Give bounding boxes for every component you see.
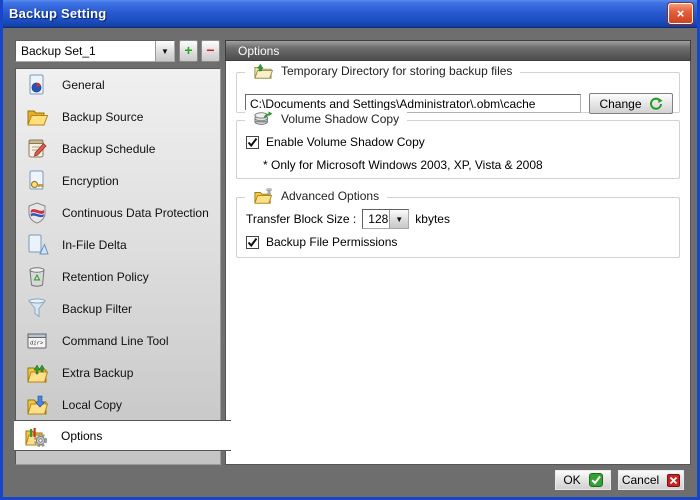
recycle-bin-icon [25, 265, 49, 289]
shield-icon [25, 201, 49, 225]
cancel-button[interactable]: Cancel [617, 469, 685, 491]
sidebar-item-label: Backup Source [62, 110, 143, 124]
enable-vsc-label: Enable Volume Shadow Copy [266, 135, 425, 149]
backup-set-dropdown[interactable]: Backup Set_1 ▼ [15, 40, 175, 62]
group-title: Advanced Options [281, 189, 379, 203]
folder-blue-arrow-icon [25, 393, 49, 417]
sidebar-item-retention-policy[interactable]: Retention Policy [16, 261, 220, 293]
funnel-icon [25, 297, 49, 321]
sidebar-item-extra-backup[interactable]: Extra Backup [16, 357, 220, 389]
backup-setting-dialog: Backup Setting × Backup Set_1 ▼ + − Gene… [0, 0, 700, 500]
minus-icon: − [206, 42, 214, 58]
disk-stack-refresh-icon [253, 110, 273, 128]
temp-directory-group: Temporary Directory for storing backup f… [236, 72, 680, 113]
ok-check-icon [589, 473, 603, 487]
transfer-block-size-label: Transfer Block Size : [246, 212, 356, 226]
sidebar-item-backup-source[interactable]: Backup Source [16, 101, 220, 133]
document-key-icon [25, 169, 49, 193]
vsc-note: * Only for Microsoft Windows 2003, XP, V… [263, 158, 543, 172]
transfer-block-size-dropdown[interactable]: 128 ▼ [362, 209, 409, 229]
options-panel-header: Options [225, 40, 691, 61]
options-panel: Temporary Directory for storing backup f… [225, 61, 691, 465]
sidebar-item-label: Command Line Tool [62, 334, 169, 348]
advanced-options-group: Advanced Options Transfer Block Size : 1… [236, 197, 680, 258]
transfer-block-size-value: 128 [363, 210, 389, 228]
svg-text:dir>: dir> [30, 340, 43, 347]
chevron-down-icon[interactable]: ▼ [389, 210, 408, 228]
sidebar-item-command-line-tool[interactable]: dir> Command Line Tool [16, 325, 220, 357]
cancel-button-label: Cancel [622, 473, 659, 487]
sidebar-item-label: Backup Schedule [62, 142, 155, 156]
sidebar-item-label: Retention Policy [62, 270, 149, 284]
check-icon [247, 137, 258, 148]
chevron-down-icon[interactable]: ▼ [155, 41, 174, 61]
ok-button[interactable]: OK [554, 469, 612, 491]
sidebar-item-label: Encryption [62, 174, 119, 188]
change-button[interactable]: Change [589, 93, 673, 114]
ok-button-label: OK [563, 473, 580, 487]
sidebar-item-label: Backup Filter [62, 302, 132, 316]
enable-vsc-checkbox[interactable] [246, 136, 259, 149]
group-title: Temporary Directory for storing backup f… [281, 64, 512, 78]
sidebar-item-label: In-File Delta [62, 238, 127, 252]
sidebar-item-label: Continuous Data Protection [62, 206, 209, 220]
transfer-block-size-unit: kbytes [415, 212, 450, 226]
check-icon [247, 237, 258, 248]
backup-file-permissions-label: Backup File Permissions [266, 235, 397, 249]
change-button-label: Change [599, 97, 641, 111]
group-title: Volume Shadow Copy [281, 112, 399, 126]
sidebar-item-label: Extra Backup [62, 366, 133, 380]
folder-icon [253, 187, 273, 205]
notepad-pencil-icon [25, 137, 49, 161]
sidebar-item-local-copy[interactable]: Local Copy [16, 389, 220, 421]
folder-up-arrow-icon [253, 62, 273, 80]
folder-up-arrows-icon [25, 361, 49, 385]
close-icon: × [677, 6, 685, 21]
document-delta-icon [25, 233, 49, 257]
sidebar-item-encryption[interactable]: Encryption [16, 165, 220, 197]
volume-shadow-copy-group: Volume Shadow Copy Enable Volume Shadow … [236, 120, 680, 179]
document-pie-icon [25, 73, 49, 97]
backup-file-permissions-checkbox[interactable] [246, 236, 259, 249]
title-bar[interactable]: Backup Setting × [0, 0, 700, 28]
settings-category-list: General Backup Source Backup Schedule [15, 68, 221, 465]
sidebar-item-in-file-delta[interactable]: In-File Delta [16, 229, 220, 261]
sidebar-item-label: Options [61, 429, 102, 443]
close-button[interactable]: × [668, 3, 693, 24]
sidebar-item-backup-schedule[interactable]: Backup Schedule [16, 133, 220, 165]
sidebar-item-label: Local Copy [62, 398, 122, 412]
cancel-x-icon [667, 474, 680, 487]
window-title: Backup Setting [9, 6, 106, 21]
plus-icon: + [184, 42, 192, 58]
sidebar-item-label: General [62, 78, 105, 92]
backup-set-value: Backup Set_1 [16, 41, 155, 61]
console-window-icon: dir> [25, 329, 49, 353]
panel-title: Options [238, 44, 279, 58]
remove-backup-set-button[interactable]: − [201, 40, 220, 62]
sidebar-item-backup-filter[interactable]: Backup Filter [16, 293, 220, 325]
sidebar-item-general[interactable]: General [16, 69, 220, 101]
add-backup-set-button[interactable]: + [179, 40, 198, 62]
sidebar-item-options-selected[interactable]: Options [14, 420, 231, 451]
sidebar-item-continuous-data-protection[interactable]: Continuous Data Protection [16, 197, 220, 229]
refresh-icon [649, 97, 663, 111]
folder-gear-icon [24, 424, 48, 448]
open-folder-icon [25, 105, 49, 129]
